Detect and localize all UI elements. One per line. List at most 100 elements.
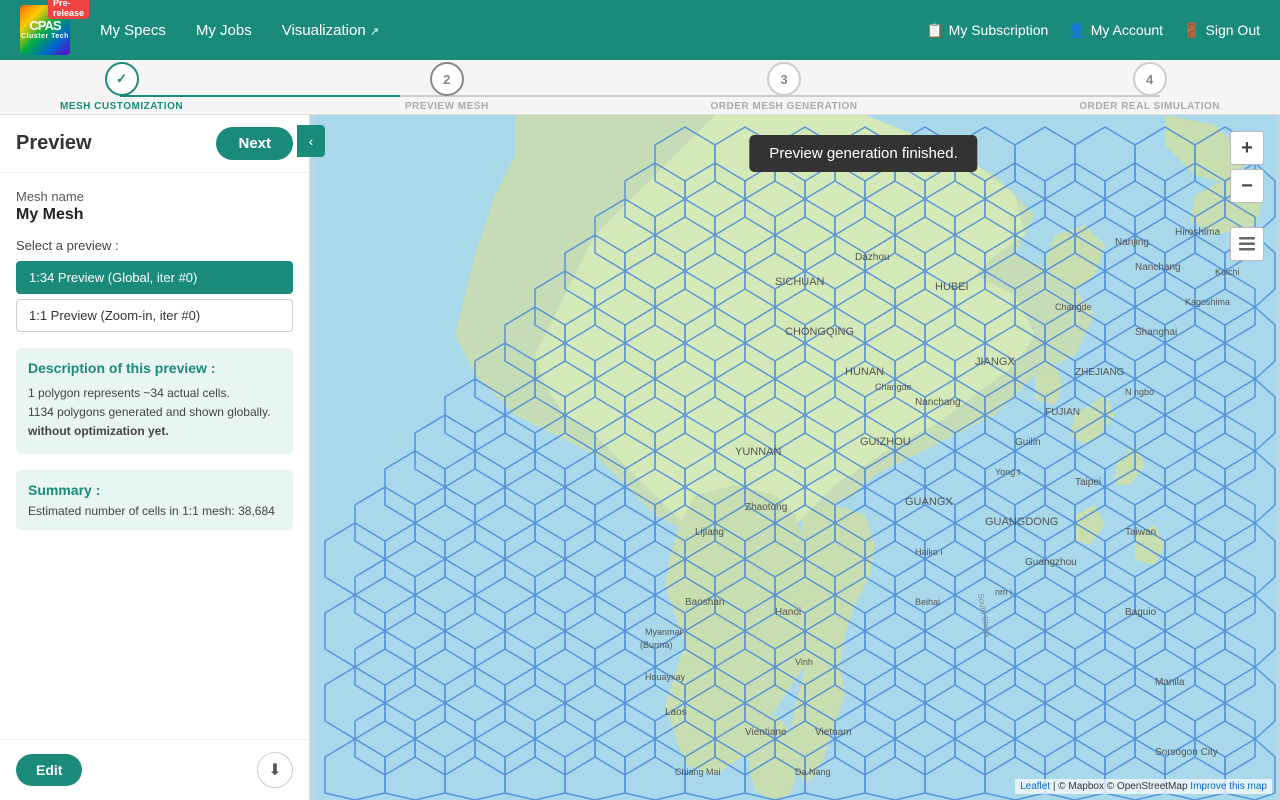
- next-button[interactable]: Next: [216, 127, 293, 160]
- svg-text:Vientiane: Vientiane: [745, 727, 787, 738]
- svg-text:Changde: Changde: [875, 382, 912, 392]
- svg-text:Laos: Laos: [665, 707, 687, 718]
- svg-text:Koichi: Koichi: [1215, 267, 1240, 277]
- pre-release-badge: Pre-release: [48, 0, 89, 19]
- mesh-name-label: Mesh name: [16, 189, 293, 204]
- svg-text:FUJIAN: FUJIAN: [1045, 407, 1080, 418]
- svg-text:JIANGX: JIANGX: [975, 356, 1015, 368]
- svg-text:Haiko i: Haiko i: [915, 547, 943, 557]
- step-4-label: ORDER REAL SIMULATION: [1079, 101, 1220, 112]
- step-3: 3 ORDER MESH GENERATION: [711, 62, 858, 112]
- map-svg: SICHUAN Dazhou HUBEI CHONGQING HUNAN JIA…: [310, 115, 1280, 800]
- svg-text:Nanchang: Nanchang: [915, 397, 961, 408]
- sign-out-icon: 🚪: [1183, 22, 1200, 39]
- summary-text: Estimated number of cells in 1:1 mesh: 3…: [28, 504, 281, 518]
- svg-text:Beihai: Beihai: [915, 597, 940, 607]
- sidebar-content: Mesh name My Mesh Select a preview : 1:3…: [0, 173, 309, 739]
- layers-icon: [1237, 234, 1257, 254]
- description-box: Description of this preview : 1 polygon …: [16, 348, 293, 454]
- svg-text:(Burma): (Burma): [640, 640, 673, 650]
- logo-area: CPAS Cluster Tech Pre-release: [20, 5, 70, 55]
- step-1: ✓ MESH CUSTOMIZATION: [60, 62, 183, 112]
- svg-text:Guangzhou: Guangzhou: [1025, 557, 1077, 568]
- header-right: 📋 My Subscription 👤 My Account 🚪 Sign Ou…: [926, 22, 1260, 39]
- svg-text:Da Nang: Da Nang: [795, 767, 831, 777]
- stepper: ✓ MESH CUSTOMIZATION 2 PREVIEW MESH 3 OR…: [0, 60, 1280, 115]
- svg-text:Baguio: Baguio: [1125, 607, 1157, 618]
- preview-option-1[interactable]: 1:34 Preview (Global, iter #0): [16, 261, 293, 294]
- summary-box: Summary : Estimated number of cells in 1…: [16, 470, 293, 530]
- svg-text:Myanmar: Myanmar: [645, 627, 683, 637]
- edit-button[interactable]: Edit: [16, 754, 82, 786]
- svg-text:Hanoi: Hanoi: [775, 607, 801, 618]
- subscription-icon: 📋: [926, 22, 943, 39]
- step-2: 2 PREVIEW MESH: [405, 62, 489, 112]
- svg-text:Vietnam: Vietnam: [815, 727, 852, 738]
- account-icon: 👤: [1068, 22, 1085, 39]
- nav-my-specs[interactable]: My Specs: [100, 22, 166, 39]
- my-subscription-link[interactable]: 📋 My Subscription: [926, 22, 1048, 39]
- svg-text:Baoshan: Baoshan: [685, 597, 724, 608]
- sign-out-link[interactable]: 🚪 Sign Out: [1183, 22, 1260, 39]
- svg-text:Kagoshima: Kagoshima: [1185, 297, 1230, 307]
- download-button[interactable]: ⬇: [257, 752, 293, 788]
- map-background: SICHUAN Dazhou HUBEI CHONGQING HUNAN JIA…: [310, 115, 1280, 800]
- app-header: CPAS Cluster Tech Pre-release My Specs M…: [0, 0, 1280, 60]
- preview-header: Preview Next: [0, 115, 309, 173]
- svg-text:Taipei: Taipei: [1075, 477, 1101, 488]
- summary-title: Summary :: [28, 482, 281, 498]
- step-1-circle: ✓: [105, 62, 139, 96]
- step-3-circle: 3: [767, 62, 801, 96]
- nav-visualization[interactable]: Visualization: [282, 22, 379, 39]
- svg-text:SICHUAN: SICHUAN: [775, 276, 825, 288]
- description-title: Description of this preview :: [28, 360, 281, 376]
- svg-text:HUBEI: HUBEI: [935, 281, 969, 293]
- sidebar: Preview Next ‹ Mesh name My Mesh Select …: [0, 115, 310, 800]
- select-preview-label: Select a preview :: [16, 238, 293, 253]
- svg-text:Guilin: Guilin: [1015, 437, 1041, 448]
- my-account-link[interactable]: 👤 My Account: [1068, 22, 1163, 39]
- svg-text:YUNNAN: YUNNAN: [735, 446, 782, 458]
- svg-text:CHONGQING: CHONGQING: [785, 326, 854, 338]
- svg-text:Hiroshima: Hiroshima: [1175, 227, 1220, 238]
- svg-text:Yong t: Yong t: [995, 467, 1021, 477]
- svg-text:Dazhou: Dazhou: [855, 252, 889, 263]
- svg-text:N ngbo: N ngbo: [1125, 387, 1154, 397]
- zoom-out-button[interactable]: −: [1230, 169, 1264, 203]
- svg-text:Nanjing: Nanjing: [1115, 237, 1149, 248]
- sidebar-footer: Edit ⬇: [0, 739, 309, 800]
- step-3-label: ORDER MESH GENERATION: [711, 101, 858, 112]
- mesh-name-value: My Mesh: [16, 206, 293, 224]
- layers-button[interactable]: [1230, 227, 1264, 261]
- svg-text:GUANGDONG: GUANGDONG: [985, 516, 1058, 528]
- svg-text:nm i: nm i: [995, 587, 1012, 597]
- svg-text:Changde: Changde: [1055, 302, 1092, 312]
- svg-text:Sorsogon City: Sorsogon City: [1155, 747, 1218, 758]
- main-area: Preview Next ‹ Mesh name My Mesh Select …: [0, 115, 1280, 800]
- collapse-button[interactable]: ‹: [297, 125, 325, 157]
- svg-text:Zhaotong: Zhaotong: [745, 502, 787, 513]
- toast-notification: Preview generation finished.: [749, 135, 977, 172]
- zoom-in-button[interactable]: +: [1230, 131, 1264, 165]
- svg-text:Chiang Mai: Chiang Mai: [675, 767, 721, 777]
- svg-text:Shanghai: Shanghai: [1135, 327, 1177, 338]
- improve-map-link[interactable]: Improve this map: [1190, 781, 1267, 792]
- svg-text:HUNAN: HUNAN: [845, 366, 884, 378]
- preview-option-2[interactable]: 1:1 Preview (Zoom-in, iter #0): [16, 299, 293, 332]
- svg-text:Lijiang: Lijiang: [695, 527, 724, 538]
- description-text: 1 polygon represents ~34 actual cells. 1…: [28, 384, 281, 442]
- leaflet-link[interactable]: Leaflet: [1020, 781, 1050, 792]
- map-area[interactable]: SICHUAN Dazhou HUBEI CHONGQING HUNAN JIA…: [310, 115, 1280, 800]
- svg-text:ZHEJIANG: ZHEJIANG: [1075, 367, 1125, 378]
- step-4: 4 ORDER REAL SIMULATION: [1079, 62, 1220, 112]
- svg-text:GUIZHOU: GUIZHOU: [860, 436, 911, 448]
- collapse-icon: ‹: [309, 133, 314, 149]
- step-2-circle: 2: [430, 62, 464, 96]
- step-1-label: MESH CUSTOMIZATION: [60, 101, 183, 112]
- svg-text:Houayxay: Houayxay: [645, 672, 686, 682]
- download-icon: ⬇: [268, 760, 281, 780]
- header-left: CPAS Cluster Tech Pre-release My Specs M…: [20, 5, 379, 55]
- svg-text:GUANGX: GUANGX: [905, 496, 953, 508]
- map-controls: + −: [1230, 131, 1264, 261]
- nav-my-jobs[interactable]: My Jobs: [196, 22, 252, 39]
